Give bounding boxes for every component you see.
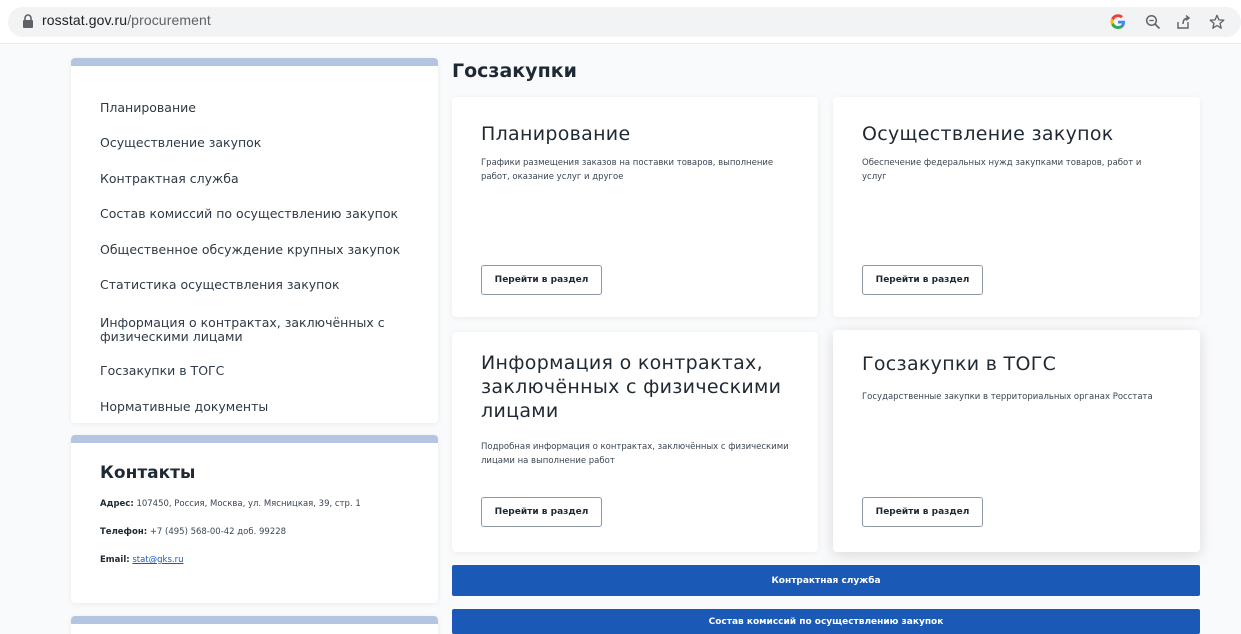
card-contracts-individuals: Информация о контрактах, заключённых с ф…: [452, 332, 818, 552]
star-icon[interactable]: [1207, 12, 1227, 32]
sidebar-card-partial: [71, 616, 438, 634]
page-title: Госзакупки: [452, 60, 577, 82]
page-content: Планирование Осуществление закупок Контр…: [0, 45, 1241, 634]
card-planning: Планирование Графики размещения заказов …: [452, 97, 818, 317]
phone-label: Телефон:: [100, 527, 148, 537]
url-host: rosstat.gov.ru: [42, 12, 128, 28]
lock-icon[interactable]: [22, 14, 34, 29]
google-icon[interactable]: [1108, 12, 1128, 32]
card-description: Государственные закупки в территориальны…: [862, 392, 1153, 402]
go-to-section-button[interactable]: Перейти в раздел: [862, 497, 983, 527]
address-value: 107450, Россия, Москва, ул. Мясницкая, 3…: [136, 499, 361, 509]
sidebar-item-contracts-individuals[interactable]: Информация о контрактах, заключённых с ф…: [100, 316, 410, 344]
sidebar-item-statistics[interactable]: Статистика осуществления закупок: [100, 278, 410, 292]
zoom-icon[interactable]: [1143, 12, 1163, 32]
contact-email: Email: stat@gks.ru: [100, 555, 183, 565]
contact-phone: Телефон: +7 (495) 568-00-42 доб. 99228: [100, 527, 286, 537]
url-text[interactable]: rosstat.gov.ru/procurement: [42, 12, 211, 28]
go-to-section-button[interactable]: Перейти в раздел: [481, 497, 602, 527]
card-title: Осуществление закупок: [862, 123, 1114, 145]
sidebar-nav: Планирование Осуществление закупок Контр…: [71, 58, 438, 423]
sidebar-accent-bar: [71, 58, 438, 66]
sidebar-item-commissions[interactable]: Состав комиссий по осуществлению закупок: [100, 207, 410, 221]
email-label: Email:: [100, 555, 130, 565]
card-procurement: Осуществление закупок Обеспечение федера…: [833, 97, 1200, 317]
commissions-button[interactable]: Состав комиссий по осуществлению закупок: [452, 609, 1200, 634]
address-label: Адрес:: [100, 499, 134, 509]
sidebar-item-procurement[interactable]: Осуществление закупок: [100, 136, 410, 150]
sidebar-item-togs[interactable]: Госзакупки в ТОГС: [100, 364, 410, 378]
url-path: /procurement: [127, 12, 211, 28]
sidebar-item-contract-service[interactable]: Контрактная служба: [100, 172, 410, 186]
card-description: Подробная информация о контрактах, заклю…: [481, 442, 789, 466]
card-description: Обеспечение федеральных нужд закупками т…: [862, 158, 1142, 182]
sidebar-item-regulations[interactable]: Нормативные документы: [100, 400, 410, 414]
sidebar-card-accent-bar: [71, 616, 438, 624]
address-bar[interactable]: rosstat.gov.ru/procurement: [8, 7, 1241, 37]
card-title: Госзакупки в ТОГС: [862, 353, 1057, 375]
contact-address: Адрес: 107450, Россия, Москва, ул. Мясни…: [100, 499, 361, 509]
go-to-section-button[interactable]: Перейти в раздел: [481, 265, 602, 295]
share-icon[interactable]: [1173, 12, 1193, 32]
card-description: Графики размещения заказов на поставки т…: [481, 158, 774, 182]
go-to-section-button[interactable]: Перейти в раздел: [862, 265, 983, 295]
contract-service-button[interactable]: Контрактная служба: [452, 565, 1200, 596]
card-title: Планирование: [481, 123, 631, 145]
contacts-title: Контакты: [100, 463, 196, 483]
contacts-card: Контакты Адрес: 107450, Россия, Москва, …: [71, 435, 438, 603]
card-togs: Госзакупки в ТОГС Государственные закупк…: [833, 330, 1200, 552]
sidebar-item-public-discussion[interactable]: Общественное обсуждение крупных закупок: [100, 243, 410, 257]
browser-toolbar: rosstat.gov.ru/procurement: [0, 0, 1241, 44]
sidebar-item-planning[interactable]: Планирование: [100, 101, 410, 115]
email-link[interactable]: stat@gks.ru: [132, 555, 183, 565]
contacts-accent-bar: [71, 435, 438, 443]
phone-value: +7 (495) 568-00-42 доб. 99228: [149, 527, 287, 537]
card-title: Информация о контрактах, заключённых с ф…: [481, 352, 782, 422]
